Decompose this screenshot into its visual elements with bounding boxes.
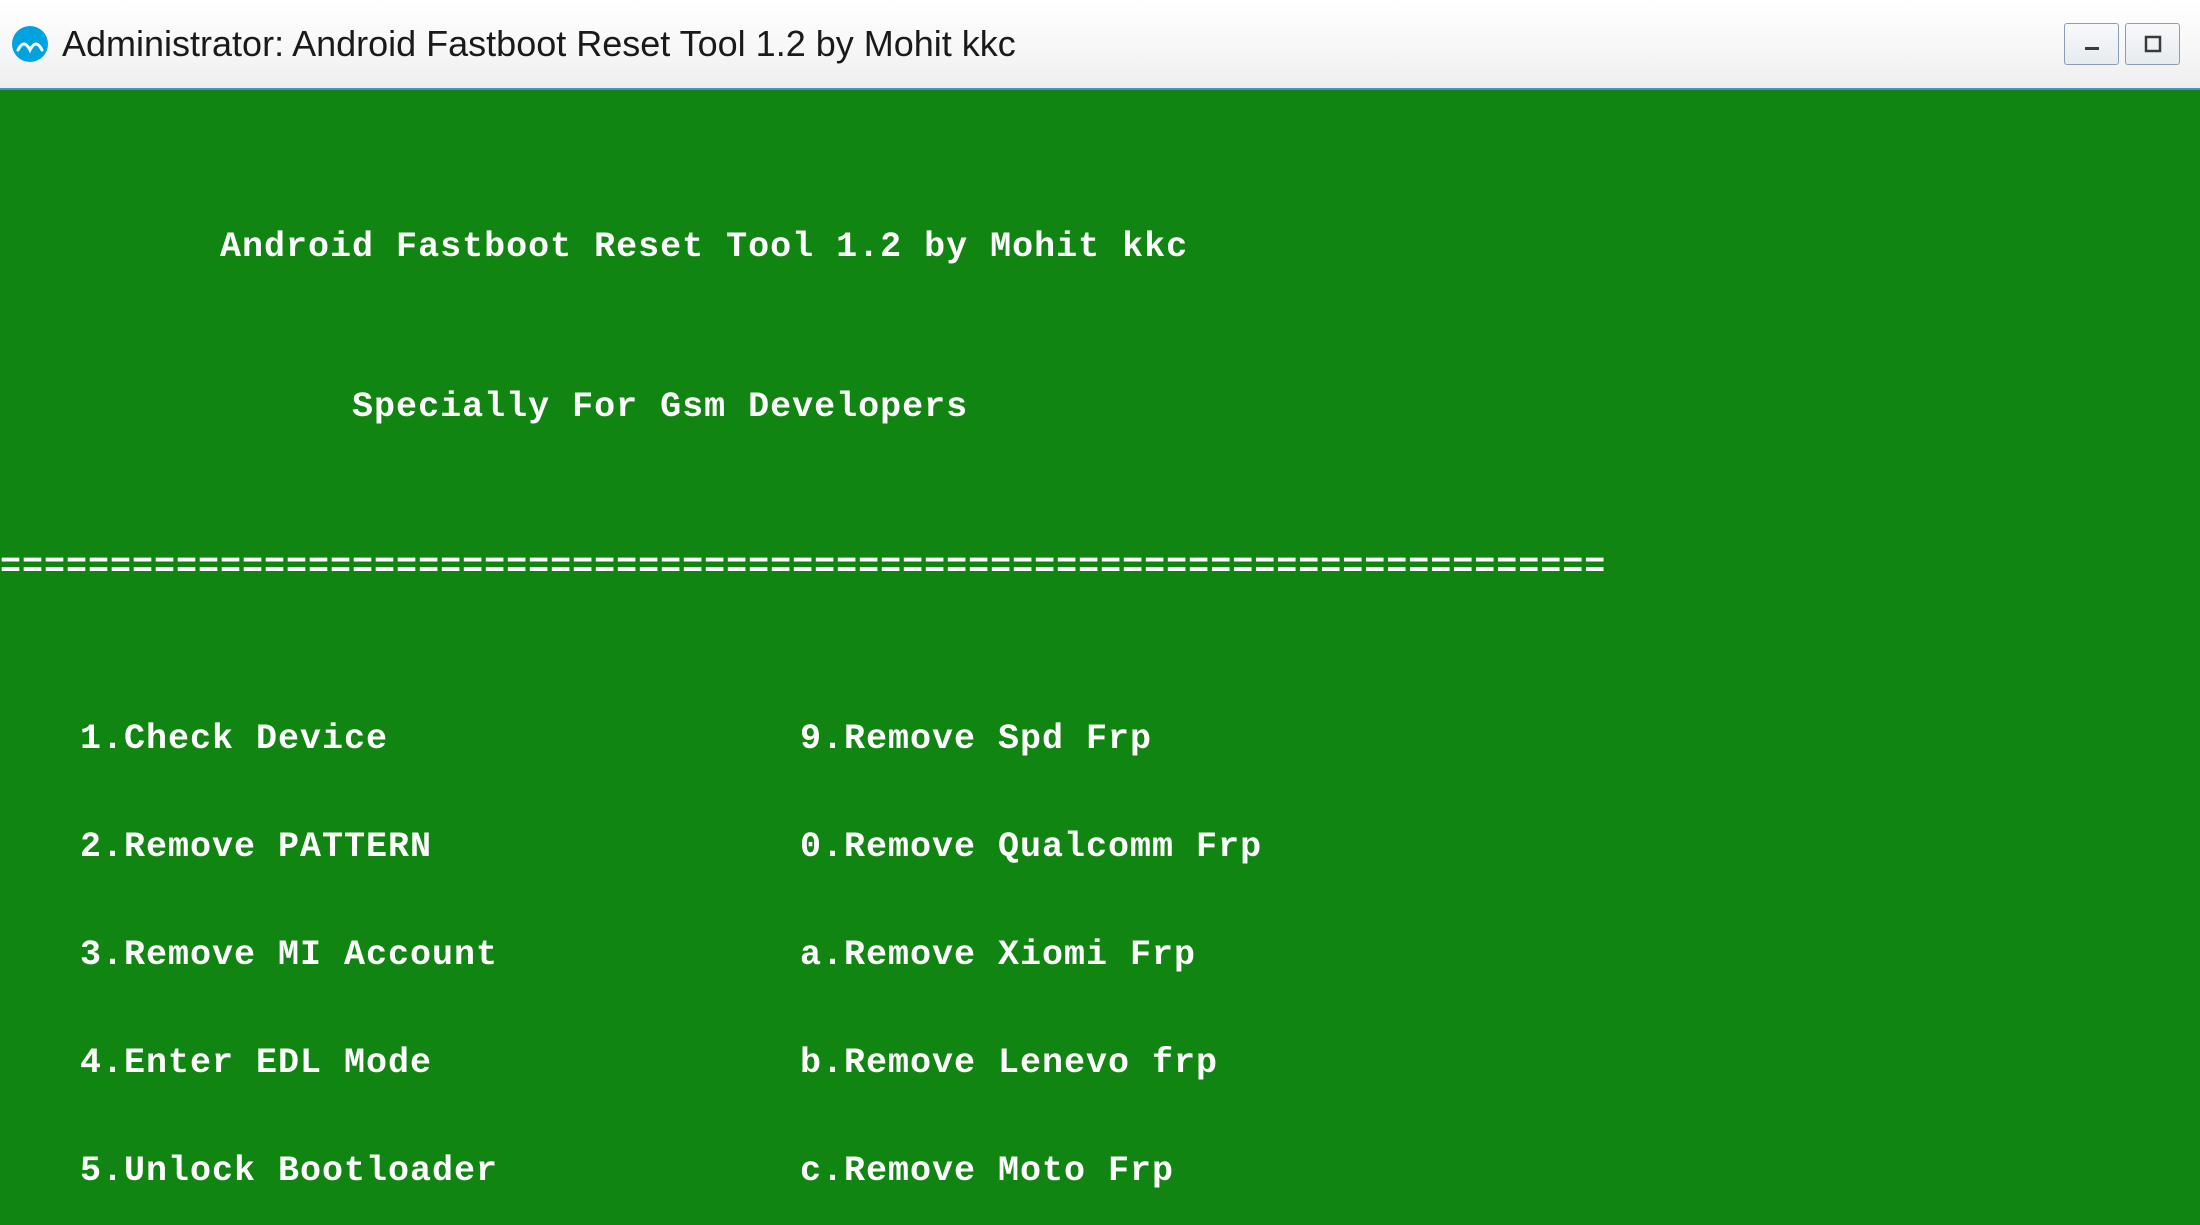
- window-controls: [2064, 23, 2180, 65]
- header-line-1: Android Fastboot Reset Tool 1.2 by Mohit…: [0, 226, 2200, 268]
- terminal-area[interactable]: Android Fastboot Reset Tool 1.2 by Mohit…: [0, 90, 2200, 1225]
- window-title: Administrator: Android Fastboot Reset To…: [62, 23, 2064, 65]
- app-window: Administrator: Android Fastboot Reset To…: [0, 0, 2200, 1225]
- menu-item-3: 3.Remove MI Account: [0, 934, 800, 976]
- app-icon: [10, 24, 50, 64]
- menu-item-4: 4.Enter EDL Mode: [0, 1042, 800, 1084]
- menu-item-0: 0.Remove Qualcomm Frp: [800, 826, 1262, 868]
- minimize-button[interactable]: [2064, 23, 2119, 65]
- terminal-content: Android Fastboot Reset Tool 1.2 by Mohit…: [0, 184, 2200, 1225]
- menu-item-5: 5.Unlock Bootloader: [0, 1150, 800, 1192]
- menu-item-b: b.Remove Lenevo frp: [800, 1042, 1218, 1084]
- menu-item-a: a.Remove Xiomi Frp: [800, 934, 1196, 976]
- menu-item-c: c.Remove Moto Frp: [800, 1150, 1174, 1192]
- header-line-2: Specially For Gsm Developers: [0, 386, 2200, 428]
- maximize-button[interactable]: [2125, 23, 2180, 65]
- separator-equals: ========================================…: [0, 546, 2200, 588]
- menu-item-9: 9.Remove Spd Frp: [800, 718, 1152, 760]
- titlebar: Administrator: Android Fastboot Reset To…: [0, 0, 2200, 90]
- menu-item-2: 2.Remove PATTERN: [0, 826, 800, 868]
- menu-item-1: 1.Check Device: [0, 718, 800, 760]
